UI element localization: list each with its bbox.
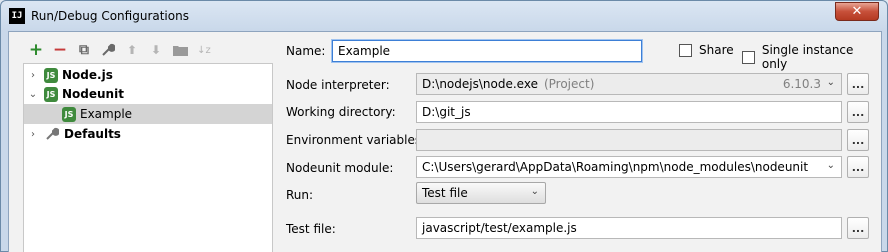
- env-vars-browse-button[interactable]: ...: [847, 129, 869, 151]
- test-file-browse-button[interactable]: ...: [847, 217, 869, 239]
- test-file-label: Test file:: [286, 222, 336, 236]
- run-label: Run:: [286, 188, 314, 202]
- share-checkbox-box[interactable]: [679, 43, 692, 57]
- node-interpreter-browse-button[interactable]: ...: [847, 73, 869, 95]
- node-interpreter-value: D:\nodejs\node.exe: [422, 77, 538, 91]
- config-toolbar: + − ⧉ ⬆ ⬇ ↓z: [27, 40, 213, 60]
- nodejs-icon: JS: [44, 67, 58, 83]
- single-instance-checkbox[interactable]: Single instance only: [742, 43, 881, 71]
- remove-icon[interactable]: −: [51, 40, 69, 60]
- wrench-icon[interactable]: [99, 41, 117, 59]
- defaults-wrench-icon: [44, 126, 60, 142]
- env-vars-label: Environment variables:: [286, 133, 426, 147]
- chevron-down-icon[interactable]: ⌄: [26, 89, 40, 100]
- working-directory-field[interactable]: D:\git_js: [416, 101, 842, 123]
- dialog-window: IJ Run/Debug Configurations ✕ + − ⧉ ⬆ ⬇ …: [0, 0, 888, 252]
- name-field[interactable]: Example: [332, 40, 642, 62]
- tree-item-label: Nodeunit: [62, 87, 124, 101]
- node-interpreter-hint: (Project): [543, 77, 595, 91]
- chevron-down-icon: ⌄: [530, 186, 539, 197]
- share-checkbox[interactable]: Share: [679, 43, 734, 57]
- add-icon[interactable]: +: [27, 40, 45, 60]
- nodeunit-module-value: C:\Users\gerard\AppData\Roaming\npm\node…: [422, 160, 809, 174]
- tree-item-label: Example: [80, 107, 133, 121]
- node-interpreter-label: Node interpreter:: [286, 78, 390, 92]
- tree-item-label: Defaults: [64, 127, 121, 141]
- copy-icon[interactable]: ⧉: [75, 41, 93, 59]
- sort-icon[interactable]: ↓z: [195, 41, 213, 59]
- node-interpreter-select[interactable]: D:\nodejs\node.exe (Project) 6.10.3 ⌄: [416, 73, 842, 95]
- configurations-tree[interactable]: › JS Node.js ⌄ JS Nodeunit JS Example › …: [23, 63, 273, 252]
- nodeunit-config-icon: JS: [62, 106, 76, 122]
- share-label: Share: [699, 43, 734, 57]
- node-version: 6.10.3: [782, 77, 821, 91]
- close-icon: ✕: [851, 4, 863, 19]
- move-down-icon[interactable]: ⬇: [147, 41, 165, 59]
- working-directory-browse-button[interactable]: ...: [847, 101, 869, 123]
- intellij-app-icon: IJ: [9, 8, 25, 24]
- move-up-icon[interactable]: ⬆: [123, 41, 141, 59]
- test-file-field[interactable]: javascript/test/example.js: [416, 217, 842, 239]
- tree-item-nodeunit[interactable]: ⌄ JS Nodeunit: [26, 84, 124, 104]
- run-value: Test file: [422, 186, 468, 200]
- chevron-down-icon: ⌄: [826, 77, 835, 88]
- chevron-right-icon[interactable]: ›: [26, 129, 40, 140]
- title-bar: IJ Run/Debug Configurations ✕: [1, 1, 887, 31]
- chevron-down-icon: ⌄: [826, 160, 835, 171]
- window-title: Run/Debug Configurations: [31, 9, 189, 23]
- nodeunit-module-select[interactable]: C:\Users\gerard\AppData\Roaming\npm\node…: [416, 156, 842, 178]
- close-button[interactable]: ✕: [835, 2, 879, 21]
- tree-item-example[interactable]: JS Example: [24, 104, 272, 124]
- folder-icon[interactable]: [171, 41, 189, 59]
- single-instance-label: Single instance only: [761, 43, 854, 71]
- single-instance-checkbox-box[interactable]: [742, 50, 755, 64]
- name-label: Name:: [286, 44, 326, 58]
- env-vars-field[interactable]: [416, 129, 842, 151]
- nodeunit-module-label: Nodeunit module:: [286, 161, 394, 175]
- run-select[interactable]: Test file ⌄: [416, 182, 546, 204]
- chevron-right-icon[interactable]: ›: [26, 70, 40, 81]
- nodeunit-module-browse-button[interactable]: ...: [847, 156, 869, 178]
- tree-item-nodejs[interactable]: › JS Node.js: [26, 65, 113, 85]
- working-directory-label: Working directory:: [286, 105, 396, 119]
- tree-item-defaults[interactable]: › Defaults: [26, 124, 121, 144]
- tree-item-label: Node.js: [62, 68, 113, 82]
- dialog-content: + − ⧉ ⬆ ⬇ ↓z › JS Node.js ⌄ JS Nodeunit: [8, 31, 882, 252]
- nodeunit-icon: JS: [44, 86, 58, 102]
